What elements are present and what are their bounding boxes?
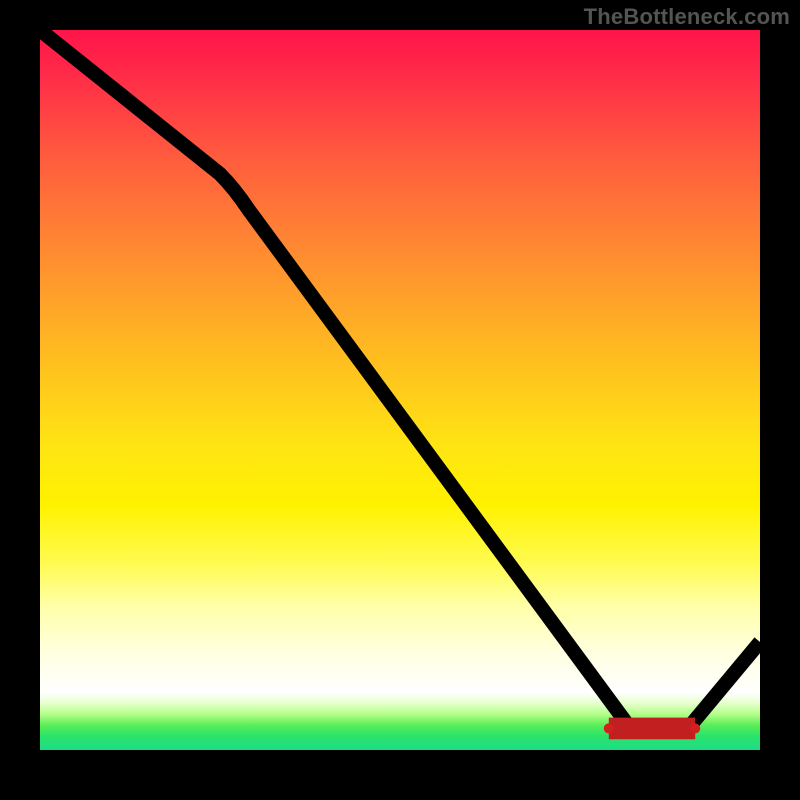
watermark-text: TheBottleneck.com — [584, 4, 790, 30]
plot-area — [40, 30, 760, 750]
bottleneck-curve — [40, 30, 760, 728]
curve-overlay — [40, 30, 760, 750]
chart-frame: TheBottleneck.com — [0, 0, 800, 800]
optimal-range-dot-right — [690, 723, 700, 733]
optimal-range-dot-left — [604, 723, 614, 733]
